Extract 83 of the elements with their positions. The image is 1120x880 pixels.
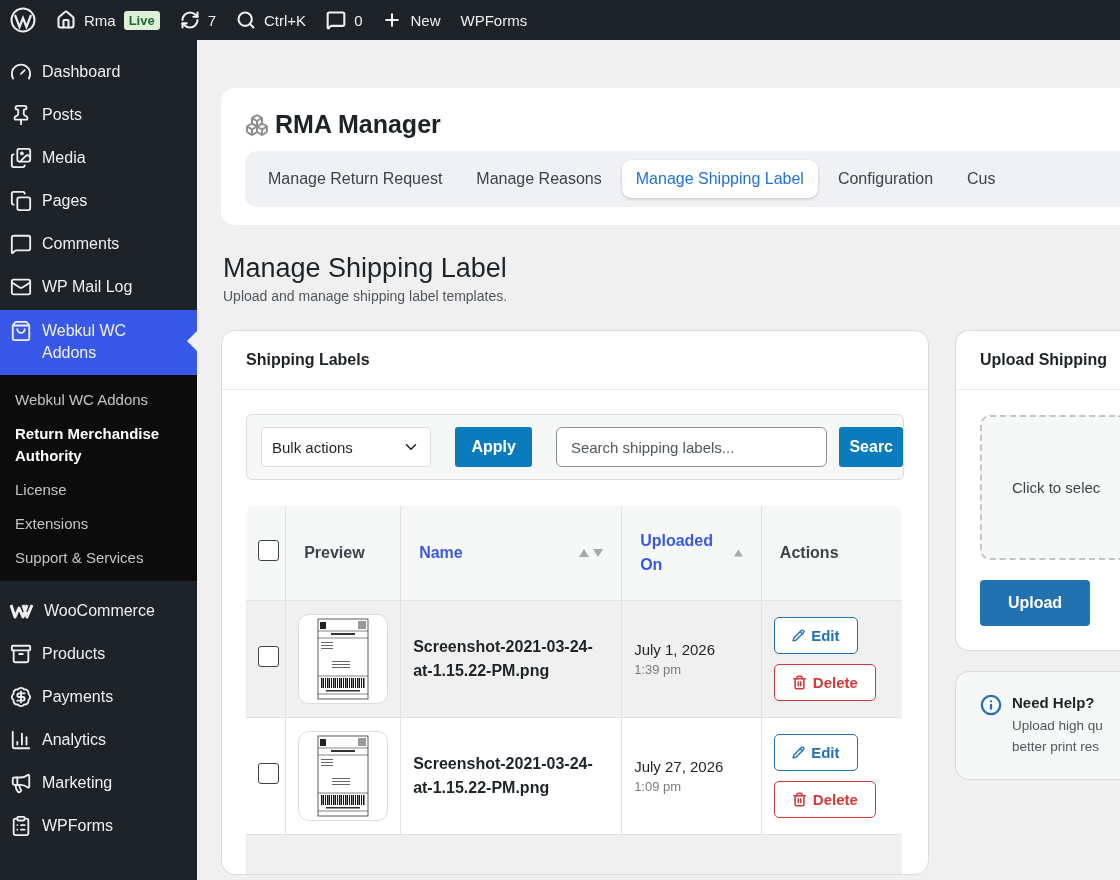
submenu-item[interactable]: License	[0, 473, 175, 507]
edit-button[interactable]: Edit	[773, 733, 858, 771]
file-name: Screenshot-2021-03-24-at-1.15.22-PM.png	[413, 753, 594, 798]
images-icon	[10, 147, 32, 169]
new-link[interactable]: New	[410, 11, 441, 29]
submenu-item[interactable]: Support & Services	[0, 541, 175, 575]
submenu-item[interactable]: Return Merchandise Authority	[0, 417, 175, 473]
edit-button[interactable]: Edit	[773, 616, 858, 654]
upload-time: 1:39 pm	[634, 661, 683, 677]
search-button[interactable]: Searc	[839, 427, 903, 467]
comments-count[interactable]: 0	[354, 11, 363, 29]
current-menu-pointer	[187, 331, 197, 351]
sidebar-item[interactable]: Webkul WC Addons	[0, 310, 197, 375]
file-name: Screenshot-2021-03-24-at-1.15.22-PM.png	[413, 636, 594, 681]
info-icon	[980, 694, 1002, 716]
sidebar-item[interactable]: WP Mail Log	[0, 267, 197, 307]
updates-count[interactable]: 7	[207, 11, 217, 29]
woocommerce-icon	[10, 603, 34, 619]
shopping-bag-icon	[10, 320, 32, 342]
envelope-icon	[10, 276, 32, 298]
sidebar-item[interactable]: Payments	[0, 677, 197, 717]
submenu-item[interactable]: Extensions	[0, 507, 175, 541]
sidebar-item[interactable]: Comments	[0, 224, 197, 264]
search-icon	[236, 10, 257, 30]
checkbox[interactable]	[258, 540, 279, 562]
upload-date: July 27, 2026	[634, 757, 725, 775]
refresh-icon	[179, 10, 200, 30]
sidebar-item[interactable]: Marketing	[0, 763, 197, 803]
help-text: Upload high qu	[1012, 717, 1103, 735]
boxes-icon	[245, 112, 269, 137]
sidebar-item[interactable]: Pages	[0, 181, 197, 221]
toolbar-link[interactable]: WPForms	[460, 11, 528, 29]
sidebar-item[interactable]: WPForms	[0, 806, 197, 846]
tab[interactable]: Manage Shipping Label	[621, 160, 818, 198]
sidebar-item[interactable]: Analytics	[0, 720, 197, 760]
file-dropzone[interactable]: Click to selec	[980, 415, 1120, 560]
checkbox[interactable]	[258, 763, 279, 784]
sidebar-item[interactable]: Products	[0, 634, 197, 674]
delete-button[interactable]: Delete	[773, 663, 876, 701]
pencil-icon	[792, 745, 806, 759]
speech-bubble-icon	[10, 233, 32, 255]
sort-up-icon	[734, 548, 743, 557]
plugin-title: RMA Manager	[275, 110, 441, 139]
trash-icon	[791, 791, 807, 807]
trash-icon	[791, 674, 807, 690]
help-title: Need Help?	[1012, 694, 1096, 711]
card-title: Upload Shipping	[956, 331, 1120, 390]
form-icon	[10, 815, 32, 837]
sidebar-item[interactable]: WooCommerce	[0, 591, 197, 631]
megaphone-icon	[10, 772, 32, 794]
speech-bubble-icon	[326, 10, 347, 30]
submenu-item[interactable]: Webkul WC Addons	[0, 383, 175, 417]
apply-button[interactable]: Apply	[455, 427, 532, 467]
bar-chart-icon	[10, 729, 32, 751]
pages-icon	[10, 190, 32, 212]
page-title: Manage Shipping Label	[223, 253, 508, 284]
pencil-icon	[792, 628, 806, 642]
tab[interactable]: Manage Reasons	[462, 160, 616, 198]
upload-button[interactable]: Upload	[980, 580, 1090, 626]
sort-down-icon	[593, 548, 604, 557]
sidebar-item[interactable]: Dashboard	[0, 52, 197, 92]
upload-date: July 1, 2026	[634, 640, 717, 658]
archive-box-icon	[10, 643, 32, 665]
checkbox[interactable]	[258, 646, 279, 667]
sort-up-icon	[579, 548, 590, 557]
search-field[interactable]: Search shipping labels...	[555, 427, 828, 467]
dollar-icon	[10, 686, 32, 708]
wordpress-logo-icon[interactable]	[10, 7, 36, 33]
card-title: Shipping Labels	[222, 331, 928, 390]
page-description: Upload and manage shipping label templates.	[223, 288, 509, 304]
upload-time: 1:09 pm	[634, 778, 683, 794]
sidebar-item[interactable]: Media	[0, 138, 197, 178]
sidebar-item[interactable]: Posts	[0, 95, 197, 135]
tab[interactable]: Manage Return Request	[254, 160, 457, 198]
bulk-actions-dropdown[interactable]: Bulk actions	[261, 427, 432, 467]
delete-button[interactable]: Delete	[773, 780, 876, 818]
home-icon	[56, 10, 76, 30]
live-badge: Live	[123, 10, 160, 30]
tab[interactable]: Cus	[953, 160, 1010, 198]
help-text: better print res	[1012, 738, 1101, 756]
site-name-link[interactable]: Rma	[84, 11, 116, 29]
tab[interactable]: Configuration	[823, 160, 948, 198]
search-shortcut[interactable]: Ctrl+K	[264, 11, 307, 29]
